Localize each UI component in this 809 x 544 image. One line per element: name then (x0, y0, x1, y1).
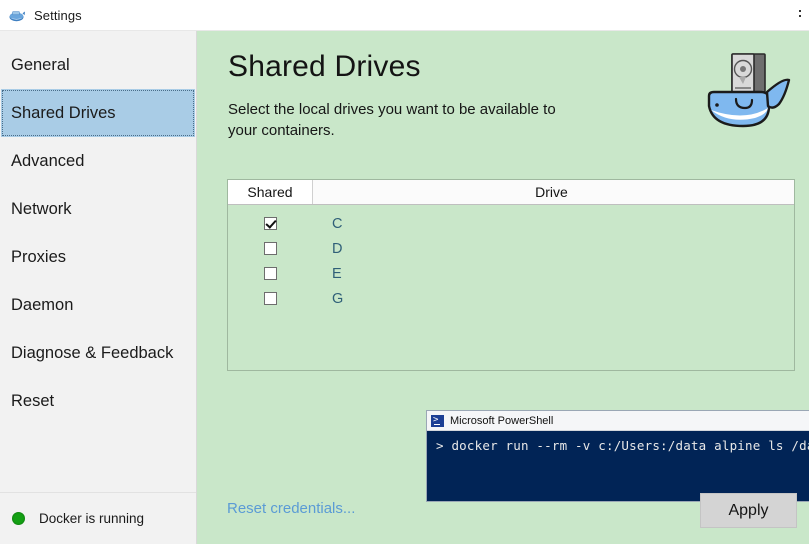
status-text: Docker is running (39, 511, 145, 526)
table-header-row: Shared Drive (228, 180, 794, 205)
sidebar-item-general[interactable]: General (0, 41, 197, 89)
table-row[interactable]: E (228, 261, 794, 286)
window-control-dot (799, 10, 801, 12)
sidebar-item-shared-drives[interactable]: Shared Drives (1, 89, 195, 137)
sidebar-item-label: Diagnose & Feedback (11, 343, 174, 362)
settings-window: Settings General Shared Drives Advanced … (0, 0, 809, 544)
sidebar-item-network[interactable]: Network (0, 185, 197, 233)
docker-whale-drive-icon (699, 44, 797, 144)
table-row[interactable]: G (228, 286, 794, 311)
window-title: Settings (34, 7, 82, 23)
table-row[interactable]: C (228, 211, 794, 236)
sidebar-item-diagnose-feedback[interactable]: Diagnose & Feedback (0, 329, 197, 377)
sidebar-item-advanced[interactable]: Advanced (0, 137, 197, 185)
apply-button[interactable]: Apply (700, 493, 797, 528)
sidebar-nav-list: General Shared Drives Advanced Network P… (0, 41, 197, 425)
powershell-window: Microsoft PowerShell — ☐ ✕ > docker run … (426, 410, 809, 502)
powershell-icon (431, 414, 444, 427)
shared-cell (228, 217, 313, 230)
sidebar-item-daemon[interactable]: Daemon (0, 281, 197, 329)
share-checkbox-d[interactable] (264, 242, 277, 255)
column-header-shared[interactable]: Shared (228, 180, 313, 204)
sidebar-item-label: Proxies (11, 247, 67, 266)
column-header-drive[interactable]: Drive (313, 180, 794, 204)
drive-letter: G (332, 290, 344, 307)
share-checkbox-g[interactable] (264, 292, 277, 305)
table-body: C D E G (228, 205, 794, 311)
docker-status-bar: Docker is running (0, 492, 196, 544)
console-line: > docker run --rm -v c:/Users:/data alpi… (436, 438, 809, 453)
reset-credentials-link[interactable]: Reset credentials... (227, 500, 355, 517)
window-control-dot (799, 15, 801, 17)
sidebar-item-proxies[interactable]: Proxies (0, 233, 197, 281)
status-led-icon (12, 512, 25, 525)
sidebar: General Shared Drives Advanced Network P… (0, 31, 197, 544)
sidebar-item-label: Network (11, 199, 72, 218)
drive-letter: E (332, 265, 342, 282)
powershell-title-bar: Microsoft PowerShell — ☐ ✕ (427, 411, 809, 431)
powershell-console[interactable]: > docker run --rm -v c:/Users:/data alpi… (427, 431, 809, 501)
sidebar-item-label: General (11, 55, 70, 74)
docker-whale-icon (8, 6, 26, 24)
share-checkbox-e[interactable] (264, 267, 277, 280)
sidebar-item-reset[interactable]: Reset (0, 377, 197, 425)
shared-cell (228, 242, 313, 255)
main-panel: Shared Drives Select the local drives yo… (197, 31, 809, 544)
title-bar: Settings (0, 0, 809, 31)
page-subtitle: Select the local drives you want to be a… (228, 101, 556, 139)
drive-letter: C (332, 215, 343, 232)
sidebar-item-label: Reset (11, 391, 55, 410)
sidebar-item-label: Daemon (11, 295, 74, 314)
window-controls[interactable] (787, 6, 807, 26)
shared-cell (228, 267, 313, 280)
share-checkbox-c[interactable] (264, 217, 277, 230)
powershell-title: Microsoft PowerShell (450, 414, 554, 427)
table-row[interactable]: D (228, 236, 794, 261)
page-title: Shared Drives (228, 50, 421, 83)
drive-letter: D (332, 240, 343, 257)
sidebar-item-label: Shared Drives (11, 103, 116, 122)
shared-cell (228, 292, 313, 305)
sidebar-item-label: Advanced (11, 151, 85, 170)
shared-drives-table: Shared Drive C D E G (227, 179, 795, 371)
